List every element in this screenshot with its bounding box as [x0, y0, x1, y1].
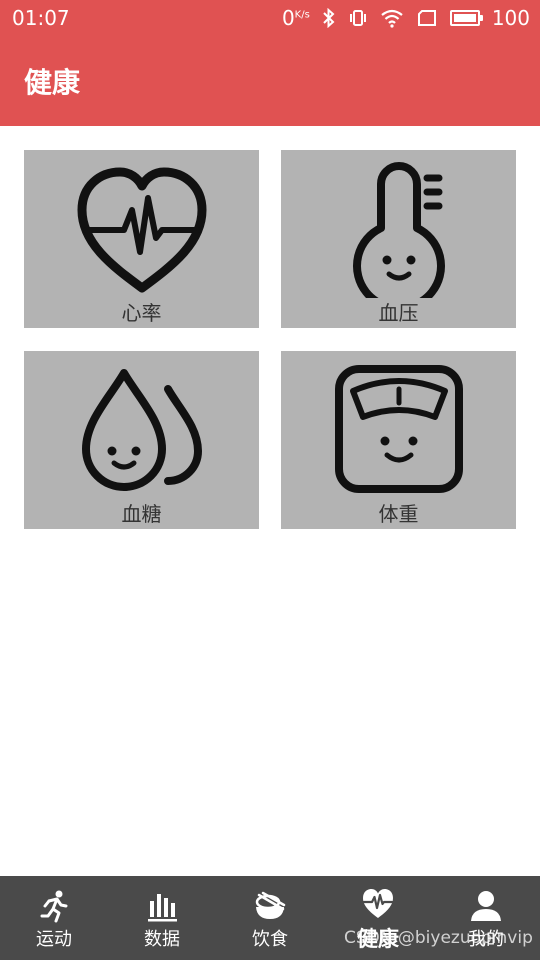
tile-blood-sugar[interactable]: 血糖: [24, 351, 259, 529]
health-grid: 心率 血压 血糖 体重: [24, 150, 516, 529]
tile-heart-rate[interactable]: 心率: [24, 150, 259, 328]
status-icons: 0K/s 100: [282, 6, 530, 30]
running-icon: [40, 890, 68, 923]
wifi-icon: [380, 8, 404, 28]
network-speed: 0K/s: [281, 6, 310, 30]
app-bar: 健康: [0, 36, 540, 126]
nav-label: 数据: [144, 929, 180, 950]
nav-label: 饮食: [252, 929, 288, 950]
watermark: CSDN @biyezuopinvip: [344, 928, 533, 948]
tile-label: 心率: [121, 301, 162, 325]
bluetooth-icon: [322, 8, 336, 28]
page-title: 健康: [24, 66, 81, 99]
sim-icon: [416, 8, 438, 28]
battery-icon: [449, 10, 483, 26]
weight-scale-icon: [334, 365, 463, 493]
tile-blood-pressure[interactable]: 血压: [281, 150, 516, 328]
tile-weight[interactable]: 体重: [281, 351, 516, 529]
tile-label: 血压: [378, 301, 419, 325]
nav-item-diet[interactable]: 饮食: [216, 876, 324, 960]
status-bar: 01:07 0K/s 100: [0, 0, 540, 36]
food-bowl-icon: [255, 891, 286, 919]
bar-chart-icon: [148, 894, 177, 922]
user-icon: [471, 891, 501, 921]
status-time: 01:07: [12, 6, 70, 30]
nav-label: 运动: [36, 929, 72, 950]
heart-rate-icon: [77, 167, 206, 293]
blood-drop-icon: [81, 369, 202, 491]
tile-label: 体重: [378, 502, 419, 526]
tile-label: 血糖: [121, 502, 162, 526]
vibrate-icon: [348, 8, 368, 28]
nav-item-data[interactable]: 数据: [108, 876, 216, 960]
thermometer-icon: [352, 162, 445, 298]
nav-item-exercise[interactable]: 运动: [0, 876, 108, 960]
heart-pulse-icon: [362, 889, 394, 918]
battery-percent: 100: [491, 6, 530, 30]
